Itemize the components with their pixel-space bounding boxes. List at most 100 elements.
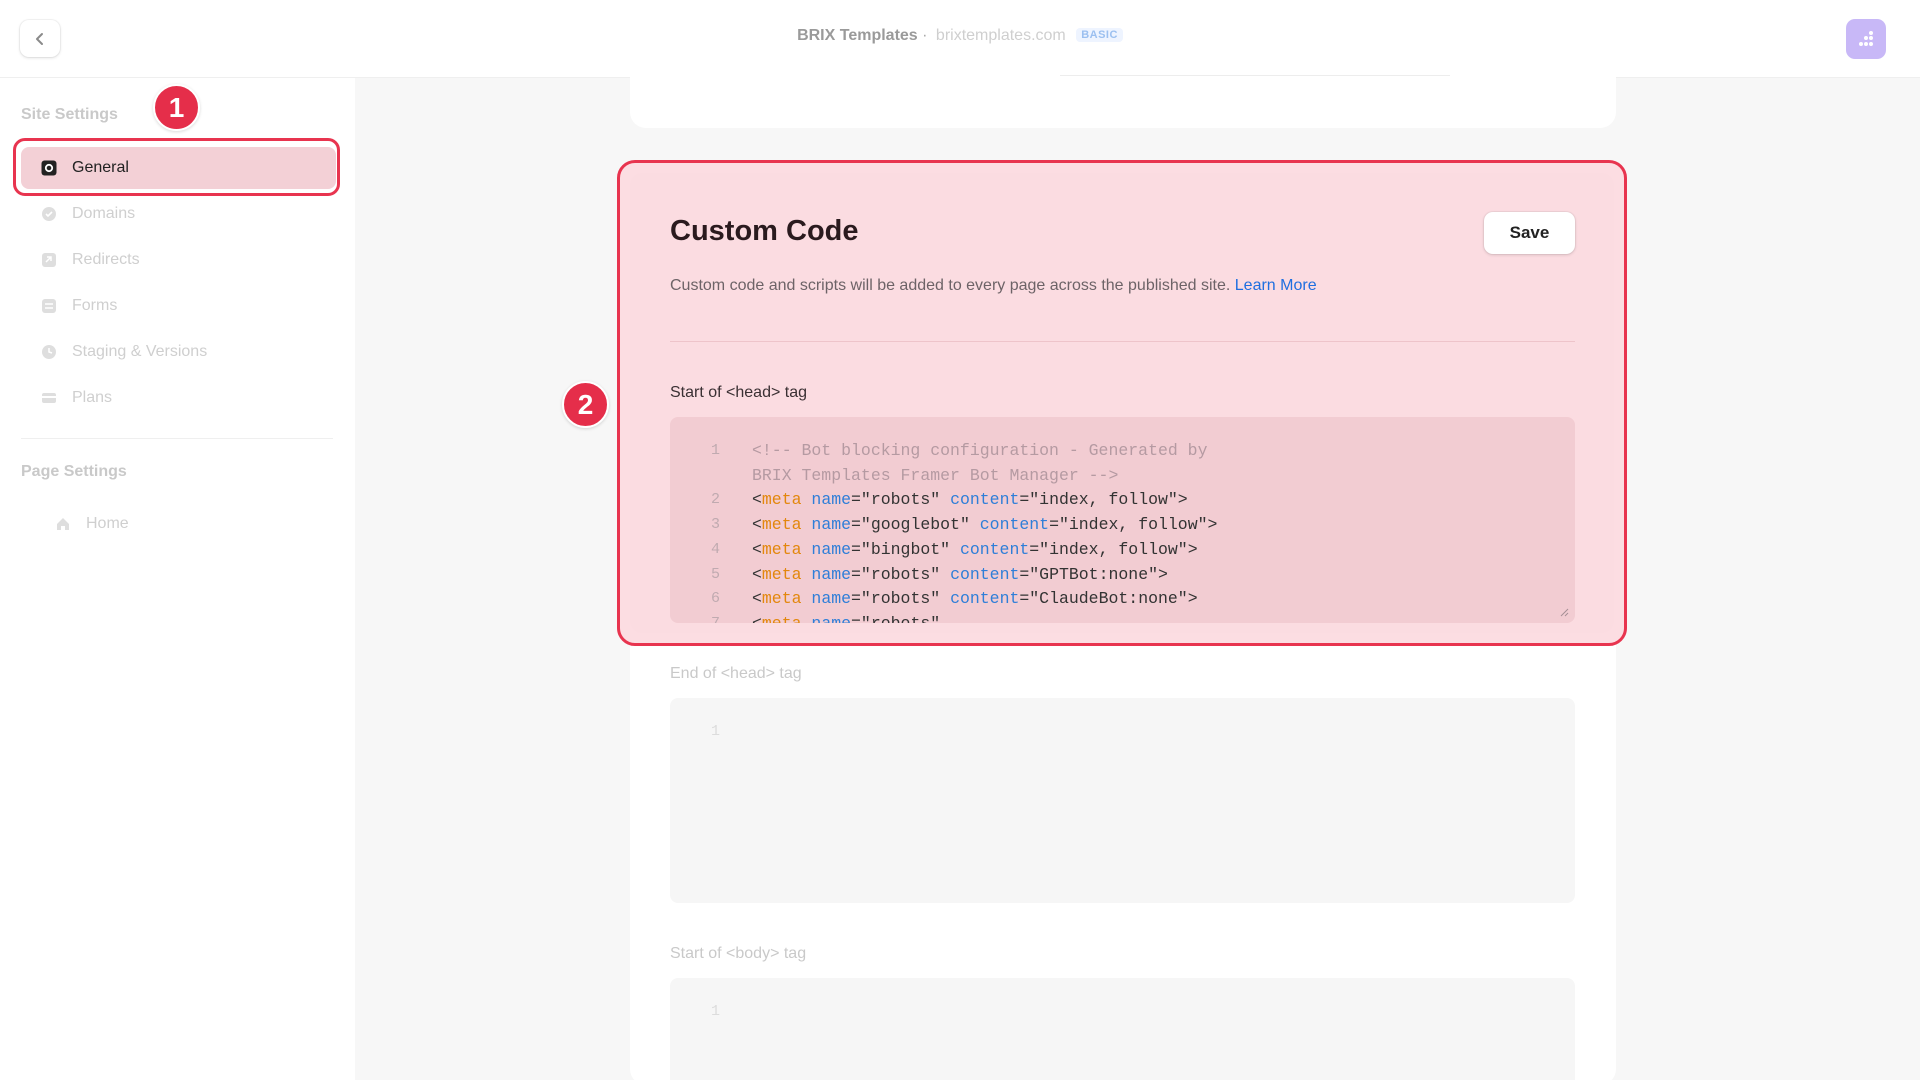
code-token: < xyxy=(752,589,762,609)
code-token: ="index, follow"> xyxy=(1019,490,1188,510)
line-number: 3 xyxy=(710,516,720,534)
sidebar-item-forms[interactable]: Forms xyxy=(21,285,336,327)
code-token: meta xyxy=(762,614,802,623)
line-number: 4 xyxy=(710,540,720,558)
globe-icon xyxy=(41,206,57,222)
site-domain: brixtemplates.com xyxy=(935,27,1066,44)
code-line: <meta name="robots" content="GPTBot:none… xyxy=(752,565,1168,584)
code-line: <meta name="robots" content="ClaudeBot:n… xyxy=(752,589,1198,608)
line-number: 7 xyxy=(670,615,720,623)
code-line: <meta name="googlebot" content="index, f… xyxy=(752,515,1217,534)
sidebar-item-label: Forms xyxy=(72,297,118,314)
code-token: content xyxy=(950,564,1020,584)
code-token: ="googlebot" xyxy=(851,515,980,535)
code-token: meta xyxy=(761,515,802,535)
page-settings-heading: Page Settings xyxy=(21,463,127,480)
code-token: ="robots" xyxy=(851,589,951,609)
line-number: 1 xyxy=(710,1003,720,1020)
code-token: ="GPTBot:none"> xyxy=(1019,564,1168,584)
redirect-icon xyxy=(41,252,57,268)
code-line: BRIX Templates Framer Bot Manager --> xyxy=(752,466,1118,485)
code-line: <meta name="robots" xyxy=(752,614,940,623)
line-number: 1 xyxy=(710,442,720,459)
code-token: meta xyxy=(761,589,802,609)
code-token: BRIX Templates Framer Bot Manager --> xyxy=(752,465,1119,485)
code-token: ="ClaudeBot:none"> xyxy=(1019,589,1198,609)
sidebar-item-label: Domains xyxy=(72,205,136,222)
site-settings-heading: Site Settings xyxy=(21,106,118,123)
code-line: <meta name="bingbot" content="index, fol… xyxy=(752,540,1198,559)
description-text: Custom code and scripts will be added to… xyxy=(670,277,1231,294)
code-token: name xyxy=(811,515,852,535)
step-marker-1: 1 xyxy=(153,84,200,131)
head-end-label: End of <head> tag xyxy=(670,665,802,682)
code-token: <!-- Bot blocking configuration - Genera… xyxy=(752,441,1208,460)
code-token: < xyxy=(752,564,762,584)
custom-code-description: Custom code and scripts will be added to… xyxy=(670,277,1317,295)
code-token: ="bingbot" xyxy=(851,539,960,559)
site-title: BRIX Templates · brixtemplates.com BASIC xyxy=(0,27,1920,45)
code-token: < xyxy=(752,539,762,559)
code-token: ="robots" xyxy=(851,490,951,510)
code-token: content xyxy=(950,589,1020,609)
learn-more-link[interactable]: Learn More xyxy=(1235,277,1317,294)
line-number: 6 xyxy=(710,590,720,608)
framer-app-icon[interactable] xyxy=(1846,19,1886,59)
code-token: < xyxy=(752,490,762,510)
code-token: ="index, follow"> xyxy=(1029,539,1198,559)
sidebar-item-staging-versions[interactable]: Staging & Versions xyxy=(21,331,336,373)
card-icon xyxy=(41,390,57,406)
code-token: meta xyxy=(761,490,802,510)
code-token: < xyxy=(752,515,762,535)
code-token: ="robots" xyxy=(851,614,940,623)
code-token: name xyxy=(811,564,852,584)
section-divider xyxy=(670,341,1575,342)
code-line: <meta name="robots" content="index, foll… xyxy=(752,490,1188,509)
body-start-editor[interactable]: 1 xyxy=(670,978,1575,1080)
head-start-editor[interactable]: 1 <!-- Bot blocking configuration - Gener… xyxy=(670,417,1575,623)
code-token: content xyxy=(950,490,1020,510)
code-token: ="robots" xyxy=(851,564,951,584)
line-number: 1 xyxy=(710,723,720,740)
sidebar-item-label: Plans xyxy=(72,389,113,406)
line-number: 2 xyxy=(710,491,720,509)
custom-code-title: Custom Code xyxy=(670,215,859,247)
title-separator: · xyxy=(922,27,928,44)
code-token: name xyxy=(811,539,852,559)
general-highlight-outline xyxy=(13,138,340,196)
site-name: BRIX Templates xyxy=(797,27,918,44)
clock-icon xyxy=(41,344,57,360)
body-start-label: Start of <body> tag xyxy=(670,945,807,962)
plan-badge: BASIC xyxy=(1076,28,1123,42)
code-token: name xyxy=(811,614,851,623)
resize-handle-icon[interactable] xyxy=(1559,607,1569,617)
code-token: content xyxy=(979,515,1050,535)
sidebar-item-label: Redirects xyxy=(72,251,140,268)
form-icon xyxy=(41,298,57,314)
code-token: ="index, follow"> xyxy=(1049,515,1218,535)
sidebar-page-home[interactable]: Home xyxy=(35,503,335,545)
line-number: 5 xyxy=(710,565,720,583)
code-token: content xyxy=(959,539,1030,559)
code-line: <!-- Bot blocking configuration - Genera… xyxy=(752,441,1207,460)
sidebar-item-plans[interactable]: Plans xyxy=(21,377,336,419)
sidebar-item-label: Staging & Versions xyxy=(72,343,208,360)
save-button[interactable]: Save xyxy=(1484,212,1575,254)
code-token: meta xyxy=(761,539,802,559)
head-end-editor[interactable]: 1 xyxy=(670,698,1575,903)
code-token: < xyxy=(752,614,762,623)
previous-settings-card xyxy=(630,60,1616,128)
sidebar-item-redirects[interactable]: Redirects xyxy=(21,239,336,281)
code-token: name xyxy=(811,589,852,609)
sidebar-item-domains[interactable]: Domains xyxy=(21,193,336,235)
code-token: meta xyxy=(761,564,802,584)
head-start-label: Start of <head> tag xyxy=(670,384,807,401)
step-marker-2: 2 xyxy=(562,381,609,428)
code-token: name xyxy=(811,490,852,510)
sidebar-page-label: Home xyxy=(86,515,129,532)
